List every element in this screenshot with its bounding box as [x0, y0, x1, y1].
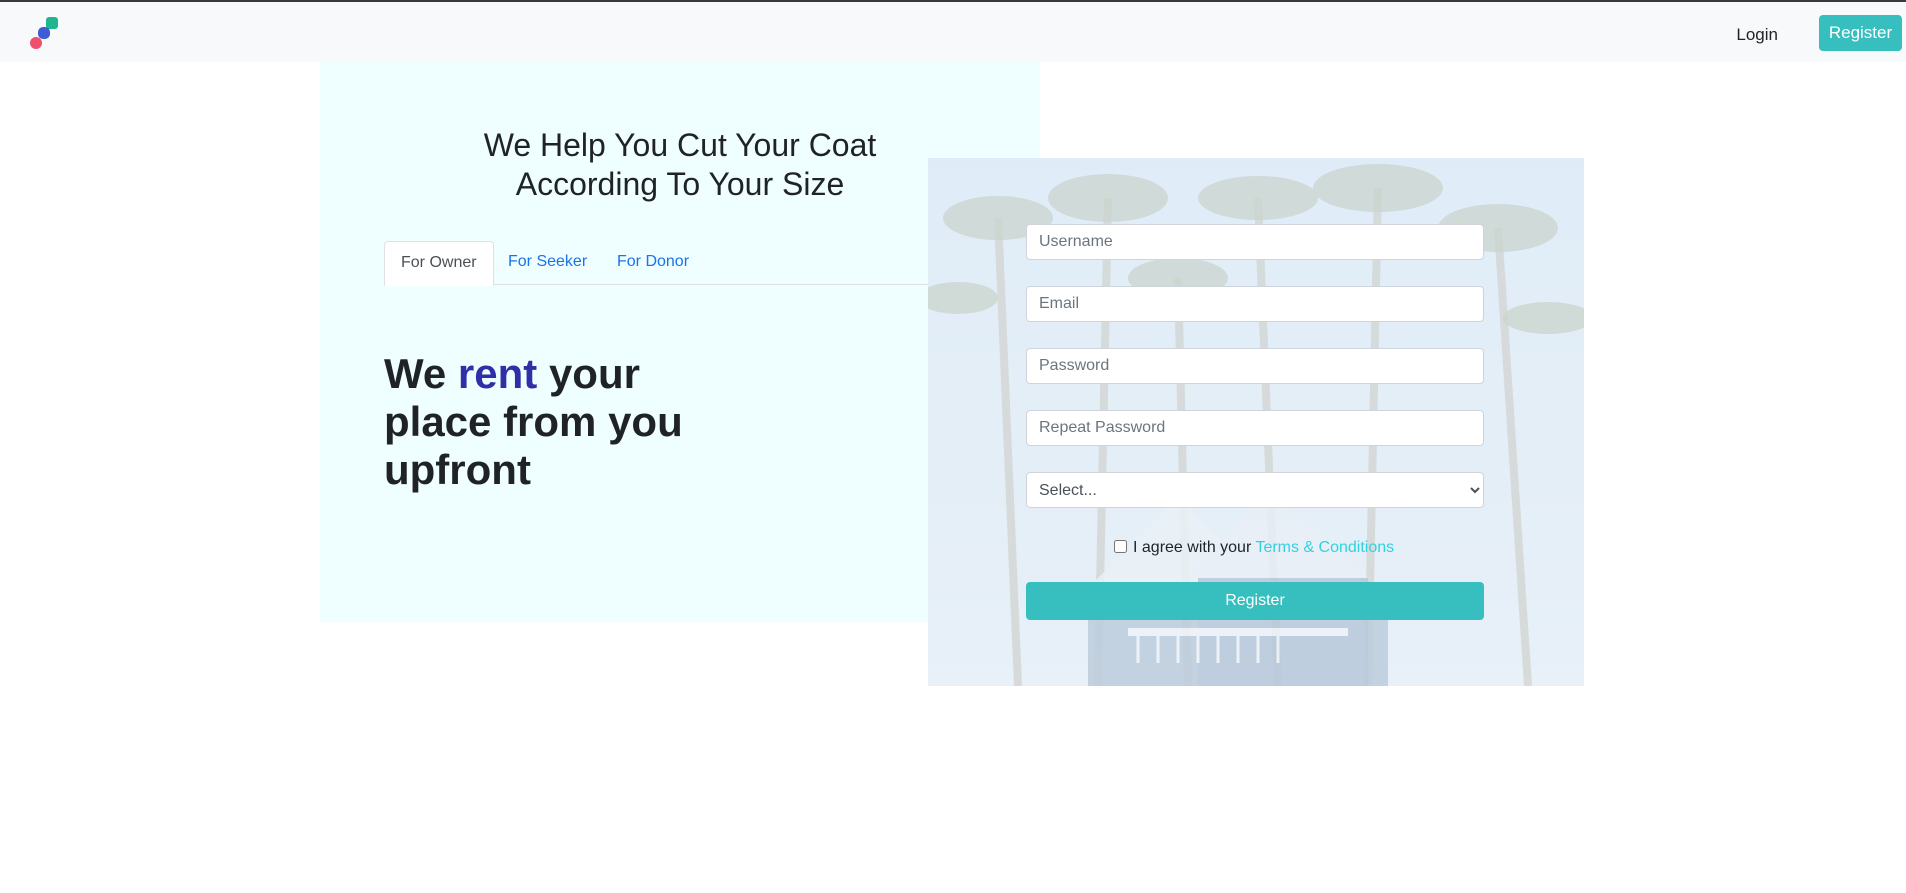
- register-submit-button[interactable]: Register: [1026, 582, 1484, 620]
- nav-login-link[interactable]: Login: [1736, 22, 1778, 48]
- password-field[interactable]: [1026, 348, 1484, 384]
- hero-tagline: We rent your place from you upfront: [384, 350, 724, 494]
- agree-text: I agree with your: [1133, 539, 1256, 556]
- navbar: Login Register: [0, 2, 1906, 62]
- tagline-part-1: We: [384, 350, 458, 397]
- terms-conditions-link[interactable]: Terms & Conditions: [1255, 539, 1394, 556]
- audience-tabs: For Owner For Seeker For Donor: [384, 241, 928, 286]
- register-form-panel: Select... I agree with your Terms & Cond…: [928, 158, 1584, 686]
- repeat-password-field[interactable]: [1026, 410, 1484, 446]
- email-field[interactable]: [1026, 286, 1484, 322]
- brand-logo-icon[interactable]: [28, 17, 62, 53]
- terms-agreement: I agree with your Terms & Conditions: [1114, 536, 1394, 560]
- tagline-accent-word: rent: [457, 350, 538, 397]
- username-field[interactable]: [1026, 224, 1484, 260]
- role-select[interactable]: Select...: [1026, 472, 1484, 508]
- nav-register-button[interactable]: Register: [1819, 15, 1902, 51]
- tab-for-owner[interactable]: For Owner: [384, 241, 494, 286]
- tab-for-seeker[interactable]: For Seeker: [508, 241, 587, 283]
- agree-checkbox[interactable]: [1114, 540, 1127, 553]
- tab-for-donor[interactable]: For Donor: [617, 241, 689, 283]
